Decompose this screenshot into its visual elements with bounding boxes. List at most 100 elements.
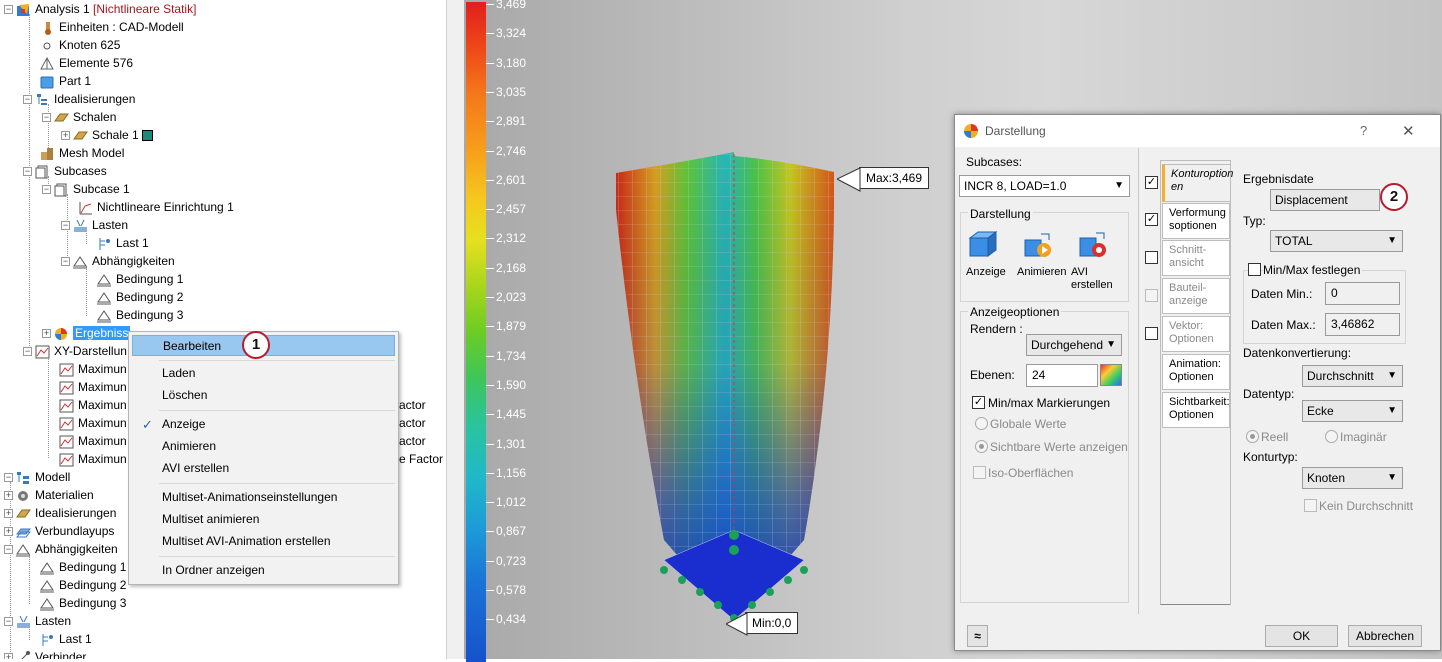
xy-plot-icon (59, 381, 74, 395)
ebenen-label: Ebenen: (970, 368, 1015, 382)
globale-werte-radio[interactable] (975, 417, 988, 430)
color-palette-icon[interactable] (1100, 364, 1122, 386)
minmax-festlegen-checkbox[interactable] (1248, 263, 1261, 276)
tree-item-verbinder[interactable]: + Verbinder (4, 648, 86, 659)
chevron-down-icon: ▼ (1106, 339, 1116, 350)
tab-vektor-optionen[interactable]: Vektor: Optionen (1162, 316, 1230, 352)
node-icon (40, 39, 55, 53)
tree-item-maximum-6[interactable]: Maximun (59, 450, 127, 468)
bauteilanzeige-checkbox[interactable] (1145, 289, 1158, 302)
menu-item-in-ordner-anzeigen[interactable]: In Ordner anzeigen (132, 560, 395, 581)
tree-item-subcase-1[interactable]: − Subcase 1 (42, 180, 130, 198)
menu-item-multiset-avi[interactable]: Multiset AVI-Animation erstellen (132, 531, 395, 552)
tree-item-materialien[interactable]: + Materialien (4, 486, 94, 504)
daten-max-label: Daten Max.: (1251, 318, 1316, 332)
tree-item-einheiten[interactable]: Einheiten : CAD-Modell (40, 18, 184, 36)
minmax-markierungen-checkbox[interactable]: ✓ (972, 396, 985, 409)
tree-item-abhaengigkeiten-modell[interactable]: − Abhängigkeiten (4, 540, 118, 558)
tree-item-xy-darstellung[interactable]: − XY-Darstellun (23, 342, 127, 360)
tree-item-subcases[interactable]: − Subcases (23, 162, 107, 180)
darstellung-group-label: Darstellung (968, 207, 1033, 221)
tab-verformungsoptionen[interactable]: Verformung soptionen (1162, 203, 1230, 239)
tree-item-bedingung-1-modell[interactable]: Bedingung 1 (40, 558, 126, 576)
sichtbare-werte-radio[interactable] (975, 440, 988, 453)
menu-item-animieren[interactable]: Animieren (132, 436, 395, 457)
tree-item-maximum-5[interactable]: Maximun (59, 432, 127, 450)
animieren-icon[interactable] (1023, 230, 1053, 260)
tree-item-maximum-3[interactable]: Maximun (59, 396, 127, 414)
menu-item-multiset-einstellungen[interactable]: Multiset-Animationseinstellungen (132, 487, 395, 508)
kein-durchschnitt-checkbox[interactable] (1304, 499, 1317, 512)
ergebnis-select[interactable]: Displacement (1270, 189, 1380, 211)
results-icon (54, 327, 69, 341)
close-button[interactable]: ✕ (1402, 122, 1415, 140)
ebenen-input[interactable]: 24 (1026, 364, 1098, 387)
anzeige-icon[interactable] (968, 230, 998, 260)
tree-item-lasten-modell[interactable]: − Lasten (4, 612, 71, 630)
fem-model (616, 152, 834, 622)
tree-item-idealisierungen[interactable]: − Idealisierungen (23, 90, 135, 108)
max-callout-pointer (837, 167, 861, 192)
tree-item-last-1-modell[interactable]: Last 1 (40, 630, 92, 648)
tree-item-maximum-1[interactable]: Maximun (59, 360, 127, 378)
tab-animation-optionen[interactable]: Animation: Optionen (1162, 354, 1230, 390)
tree-item-schalen[interactable]: − Schalen (42, 108, 116, 126)
tree-item-last-1[interactable]: Last 1 (97, 234, 149, 252)
panel-splitter[interactable] (446, 0, 464, 659)
tree-item-bedingung-3-modell[interactable]: Bedingung 3 (40, 594, 126, 612)
menu-item-loeschen[interactable]: Löschen (132, 385, 395, 406)
tree-item-ergebnisse[interactable]: + Ergebniss (42, 324, 131, 342)
tree-item-modell[interactable]: − Modell (4, 468, 70, 486)
tree-item-bedingung-2[interactable]: Bedingung 2 (97, 288, 183, 306)
menu-item-avi-erstellen[interactable]: AVI erstellen (132, 458, 395, 479)
menu-separator (159, 483, 395, 484)
datentyp-select[interactable]: Ecke ▼ (1302, 400, 1403, 422)
verformungsoptionen-checkbox[interactable]: ✓ (1145, 213, 1158, 226)
tree-item-elemente[interactable]: Elemente 576 (40, 54, 133, 72)
tree-item-part-1[interactable]: Part 1 (40, 72, 91, 90)
tree-item-verbundlayups[interactable]: + Verbundlayups (4, 522, 114, 540)
tree-item-bedingung-2-modell[interactable]: Bedingung 2 (40, 576, 126, 594)
konturtyp-select[interactable]: Knoten ▼ (1302, 467, 1403, 489)
vektor-checkbox[interactable] (1145, 327, 1158, 340)
tree-item-lasten[interactable]: − Lasten (61, 216, 128, 234)
typ-select[interactable]: TOTAL ▼ (1270, 230, 1403, 252)
imaginaer-radio[interactable] (1325, 430, 1338, 443)
menu-item-laden[interactable]: Laden (132, 363, 395, 384)
daten-max-input[interactable]: 3,46862 (1325, 313, 1400, 336)
tree-item-maximum-2[interactable]: Maximun (59, 378, 127, 396)
tree-item-idealisierungen-modell[interactable]: + Idealisierungen (4, 504, 116, 522)
tree-item-knoten[interactable]: Knoten 625 (40, 36, 120, 54)
tab-konturoptionen[interactable]: Konturoption en (1162, 164, 1233, 202)
rendern-select[interactable]: Durchgehend ▼ (1026, 334, 1122, 356)
konturoptionen-checkbox[interactable]: ✓ (1145, 176, 1158, 189)
tree-item-mesh-model[interactable]: Mesh Model (40, 144, 124, 162)
collapse-button[interactable]: ≈ (967, 625, 988, 647)
help-button[interactable]: ? (1360, 123, 1367, 138)
legend-tick (486, 619, 494, 621)
tree-item-maximum-4[interactable]: Maximun (59, 414, 127, 432)
constraint-icon (97, 309, 112, 323)
subcase-select[interactable]: INCR 8, LOAD=1.0 ▼ (959, 175, 1130, 197)
tree-item-schale-1[interactable]: + Schale 1 (61, 126, 154, 144)
tab-schnittansicht[interactable]: Schnitt-ansicht (1162, 240, 1230, 276)
tree-item-nichtlineare-einrichtung[interactable]: Nichtlineare Einrichtung 1 (78, 198, 234, 216)
ok-button[interactable]: OK (1265, 625, 1338, 647)
constraint-icon (40, 597, 55, 611)
tree-item-bedingung-3[interactable]: Bedingung 3 (97, 306, 183, 324)
tree-item-abhaengigkeiten[interactable]: − Abhängigkeiten (61, 252, 175, 270)
daten-min-input[interactable]: 0 (1325, 282, 1400, 305)
tree-item-bedingung-1[interactable]: Bedingung 1 (97, 270, 183, 288)
tab-bauteilanzeige[interactable]: Bauteil-anzeige (1162, 278, 1230, 314)
tab-sichtbarkeit-optionen[interactable]: Sichtbarkeit: Optionen (1162, 392, 1230, 428)
iso-oberflaechen-checkbox[interactable] (973, 466, 986, 479)
anzeige-label: Anzeige (966, 266, 1006, 278)
abbrechen-button[interactable]: Abbrechen (1348, 625, 1422, 647)
datenkonvertierung-select[interactable]: Durchschnitt ▼ (1302, 365, 1403, 387)
menu-item-anzeige[interactable]: ✓ Anzeige (132, 414, 395, 435)
reell-radio[interactable] (1246, 430, 1259, 443)
schnittansicht-checkbox[interactable] (1145, 251, 1158, 264)
avi-erstellen-icon[interactable] (1078, 230, 1108, 260)
menu-item-multiset-animieren[interactable]: Multiset animieren (132, 509, 395, 530)
tree-item-analysis-1[interactable]: − Analysis 1 [Nichtlineare Statik] (4, 0, 196, 18)
